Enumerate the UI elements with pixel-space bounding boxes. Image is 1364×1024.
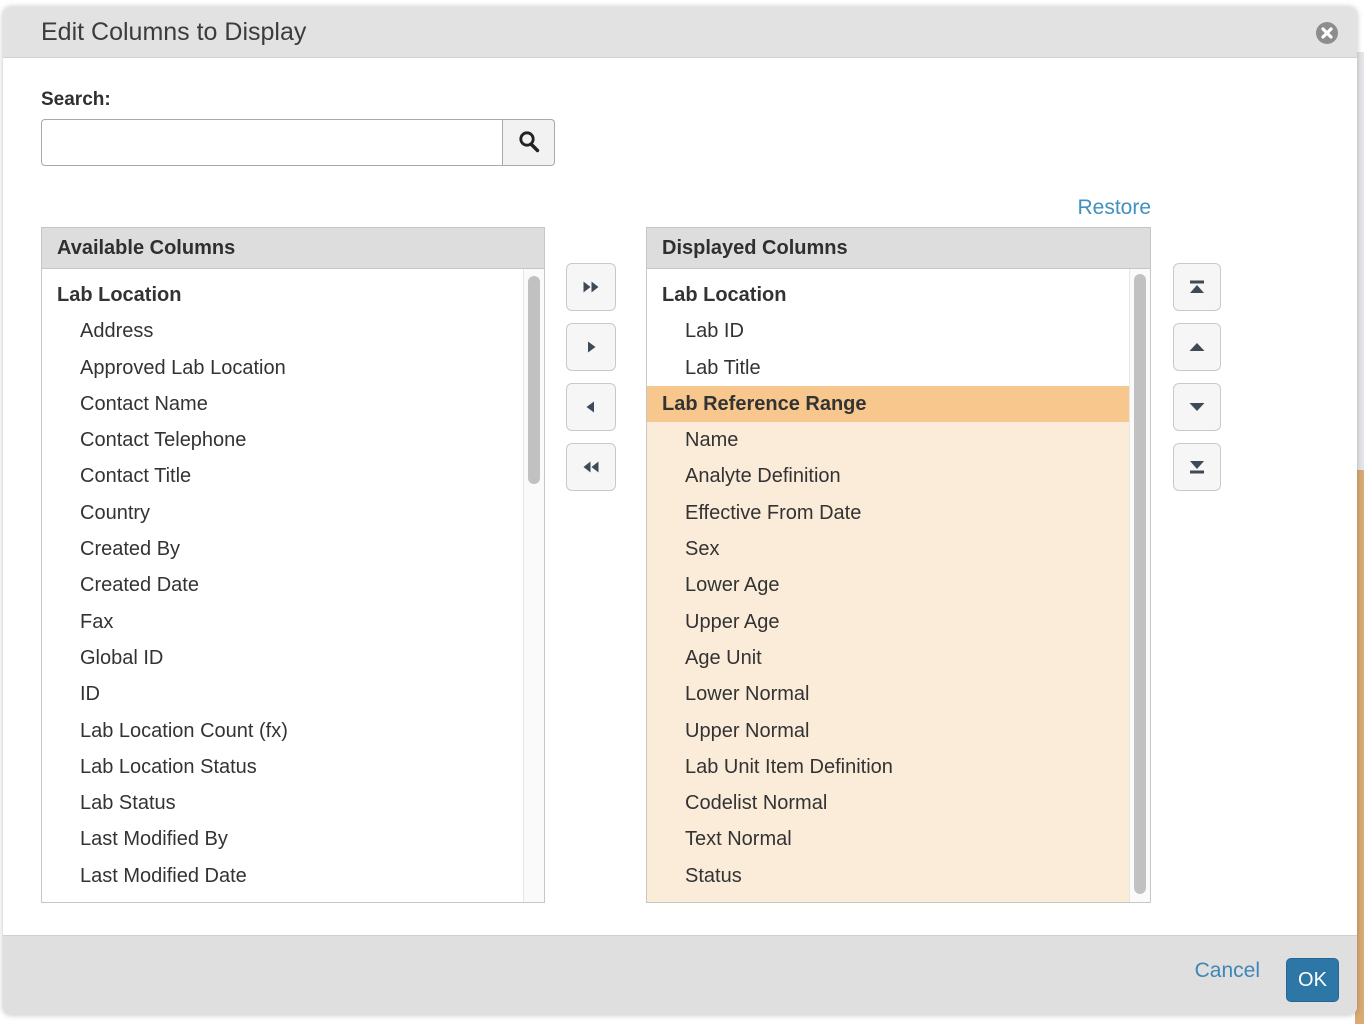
move-to-top-button[interactable] <box>1173 263 1221 311</box>
displayed-columns-list: Lab LocationLab IDLab TitleLab Reference… <box>647 269 1129 902</box>
search-button[interactable] <box>503 119 555 166</box>
move-right-button[interactable] <box>566 323 616 371</box>
dialog-titlebar: Edit Columns to Display <box>3 7 1357 58</box>
move-up-button[interactable] <box>1173 323 1221 371</box>
search-input[interactable] <box>41 119 503 166</box>
column-item[interactable]: Contact Title <box>42 458 523 494</box>
column-item[interactable]: Contact Telephone <box>42 422 523 458</box>
column-item[interactable]: Upper Age <box>647 604 1129 640</box>
displayed-scrollbar-track[interactable] <box>1129 269 1150 902</box>
restore-link[interactable]: Restore <box>646 196 1151 220</box>
column-item[interactable]: Analyte Definition <box>647 458 1129 494</box>
available-scrollbar-thumb[interactable] <box>528 276 540 484</box>
up-arrow-icon <box>1187 338 1207 356</box>
column-item[interactable]: Lab Location Count (fx) <box>42 713 523 749</box>
available-scrollbar-track[interactable] <box>523 269 544 902</box>
displayed-columns-panel: Displayed Columns Lab LocationLab IDLab … <box>646 227 1151 903</box>
move-to-top-icon <box>1187 278 1207 296</box>
edit-columns-dialog: Edit Columns to Display Search: Restore <box>3 7 1357 1015</box>
search-icon <box>516 128 542 157</box>
move-to-bottom-button[interactable] <box>1173 443 1221 491</box>
available-columns-header: Available Columns <box>42 228 544 269</box>
available-columns-list: Lab LocationAddressApproved Lab Location… <box>42 269 523 902</box>
right-arrow-icon <box>582 338 600 356</box>
column-item[interactable]: Lower Normal <box>647 676 1129 712</box>
down-arrow-icon <box>1187 398 1207 416</box>
column-item[interactable]: Lower Age <box>647 567 1129 603</box>
left-arrow-icon <box>582 398 600 416</box>
displayed-columns-header: Displayed Columns <box>647 228 1150 269</box>
column-item[interactable]: Age Unit <box>647 640 1129 676</box>
move-to-bottom-icon <box>1187 458 1207 476</box>
column-group-header[interactable]: Lab Location <box>42 277 523 313</box>
move-all-left-button[interactable] <box>566 443 616 491</box>
list-filler <box>647 894 1129 902</box>
column-item[interactable]: Sex <box>647 531 1129 567</box>
double-right-arrow-icon <box>581 278 601 296</box>
column-item[interactable]: Lab Title <box>647 350 1129 386</box>
column-item[interactable]: Text Normal <box>647 821 1129 857</box>
dialog-footer: Cancel OK <box>3 935 1357 1015</box>
displayed-scrollbar-thumb[interactable] <box>1134 274 1146 894</box>
column-item[interactable]: Global ID <box>42 640 523 676</box>
move-left-button[interactable] <box>566 383 616 431</box>
column-item[interactable]: Created Date <box>42 567 523 603</box>
column-item[interactable]: Approved Lab Location <box>42 350 523 386</box>
dialog-title: Edit Columns to Display <box>41 7 306 58</box>
list-filler <box>42 894 523 902</box>
column-item[interactable]: Name <box>647 422 1129 458</box>
column-item[interactable]: Lab Location Status <box>42 749 523 785</box>
column-group-header[interactable]: Lab Location <box>647 277 1129 313</box>
search-label: Search: <box>41 89 111 111</box>
close-icon <box>1315 33 1339 48</box>
close-button[interactable] <box>1315 21 1339 45</box>
column-item[interactable]: Lab Unit Item Definition <box>647 749 1129 785</box>
column-item[interactable]: Country <box>42 495 523 531</box>
search-bar <box>41 119 555 166</box>
move-down-button[interactable] <box>1173 383 1221 431</box>
column-item[interactable]: Address <box>42 313 523 349</box>
cancel-button[interactable]: Cancel <box>1195 959 1260 983</box>
column-item[interactable]: Lab ID <box>647 313 1129 349</box>
column-item[interactable]: Codelist Normal <box>647 785 1129 821</box>
available-columns-panel: Available Columns Lab LocationAddressApp… <box>41 227 545 903</box>
ok-button[interactable]: OK <box>1286 958 1339 1002</box>
column-item[interactable]: Contact Name <box>42 386 523 422</box>
column-item[interactable]: Fax <box>42 604 523 640</box>
column-group-header[interactable]: Lab Reference Range <box>647 386 1129 422</box>
column-item[interactable]: Lab Status <box>42 785 523 821</box>
column-item[interactable]: Upper Normal <box>647 713 1129 749</box>
column-item[interactable]: Last Modified By <box>42 821 523 857</box>
column-item[interactable]: Last Modified Date <box>42 858 523 894</box>
move-all-right-button[interactable] <box>566 263 616 311</box>
column-item[interactable]: Created By <box>42 531 523 567</box>
column-item[interactable]: Effective From Date <box>647 495 1129 531</box>
column-item[interactable]: Status <box>647 858 1129 894</box>
double-left-arrow-icon <box>581 458 601 476</box>
column-item[interactable]: ID <box>42 676 523 712</box>
